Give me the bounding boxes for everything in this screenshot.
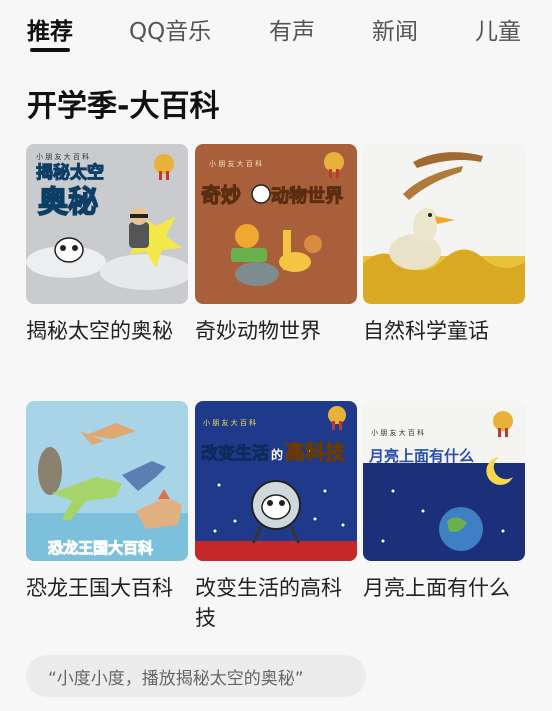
cover-title-text-large: 奥秘 bbox=[38, 185, 98, 220]
cover-title-text: 改变生活 bbox=[201, 443, 269, 464]
album-title: 奇妙动物世界 bbox=[195, 319, 321, 343]
cover-title-text-2: 高科技 bbox=[285, 440, 346, 464]
album-cover-space-secrets: 小 朋 友 大 百 科 揭秘太空 奥秘 bbox=[26, 144, 188, 304]
cover-header-text: 小 朋 友 大 百 科 bbox=[209, 159, 262, 168]
award-badge-icon bbox=[324, 152, 344, 172]
album-card-hightech[interactable]: 小 朋 友 大 百 科 改变生活 的 高科技 改变生活的高科技 bbox=[195, 401, 357, 633]
voice-hint-text: “小度小度，播放揭秘太空的奥秘” bbox=[48, 669, 304, 689]
album-card-nature-tales[interactable]: 自然科学童话 bbox=[363, 144, 525, 346]
award-badge-icon bbox=[493, 411, 513, 431]
cover-header-text: 小 朋 友 大 百 科 bbox=[371, 428, 424, 437]
tab-news[interactable]: 新闻 bbox=[372, 12, 418, 46]
voice-command-hint: “小度小度，播放揭秘太空的奥秘” bbox=[26, 655, 366, 697]
album-cover-dinosaur-kingdom: 恐龙王国大百科 bbox=[26, 401, 188, 561]
top-tab-bar: 推荐 QQ音乐 有声 新闻 儿童 bbox=[0, 0, 552, 56]
album-card-moon[interactable]: 小 朋 友 大 百 科 月亮上面有什么 月亮上面有什么 bbox=[363, 401, 525, 603]
album-cover-nature-tales bbox=[363, 144, 525, 304]
cover-title-text: 月亮上面有什么 bbox=[368, 447, 474, 465]
album-card-dinosaur-kingdom[interactable]: 恐龙王国大百科 恐龙王国大百科 bbox=[26, 401, 188, 603]
album-card-animal-world[interactable]: 小 朋 友 大 百 科 奇妙 动物世界 奇妙动物世界 bbox=[195, 144, 357, 346]
tab-recommend[interactable]: 推荐 bbox=[27, 12, 73, 46]
cover-title-text: 奇妙 bbox=[201, 183, 241, 207]
cover-header-text: 小 朋 友 大 百 科 bbox=[36, 152, 89, 161]
album-cover-moon: 小 朋 友 大 百 科 月亮上面有什么 bbox=[363, 401, 525, 561]
tab-audio[interactable]: 有声 bbox=[269, 12, 315, 46]
album-title: 月亮上面有什么 bbox=[363, 576, 510, 600]
tab-kids[interactable]: 儿童 bbox=[475, 12, 521, 46]
cover-title-text-2: 动物世界 bbox=[271, 185, 343, 207]
album-cover-hightech: 小 朋 友 大 百 科 改变生活 的 高科技 bbox=[195, 401, 357, 561]
award-badge-icon bbox=[328, 406, 346, 424]
cover-title-text: 揭秘太空 bbox=[36, 162, 104, 183]
award-badge-icon bbox=[154, 154, 174, 174]
album-card-space-secrets[interactable]: 小 朋 友 大 百 科 揭秘太空 奥秘 揭秘太空的奥秘 bbox=[26, 144, 188, 346]
album-title: 揭秘太空的奥秘 bbox=[26, 319, 173, 343]
tab-qq-music[interactable]: QQ音乐 bbox=[129, 12, 211, 46]
active-tab-indicator bbox=[30, 48, 70, 52]
album-title: 自然科学童话 bbox=[363, 319, 489, 343]
cover-header-text: 小 朋 友 大 百 科 bbox=[203, 418, 256, 427]
section-title: 开学季-大百科 bbox=[27, 89, 220, 124]
album-title: 改变生活的高科技 bbox=[195, 576, 342, 630]
album-cover-animal-world: 小 朋 友 大 百 科 奇妙 动物世界 bbox=[195, 144, 357, 304]
album-title: 恐龙王国大百科 bbox=[26, 576, 173, 600]
cover-title-text: 恐龙王国大百科 bbox=[48, 539, 153, 557]
cover-title-text-small: 的 bbox=[271, 447, 283, 462]
